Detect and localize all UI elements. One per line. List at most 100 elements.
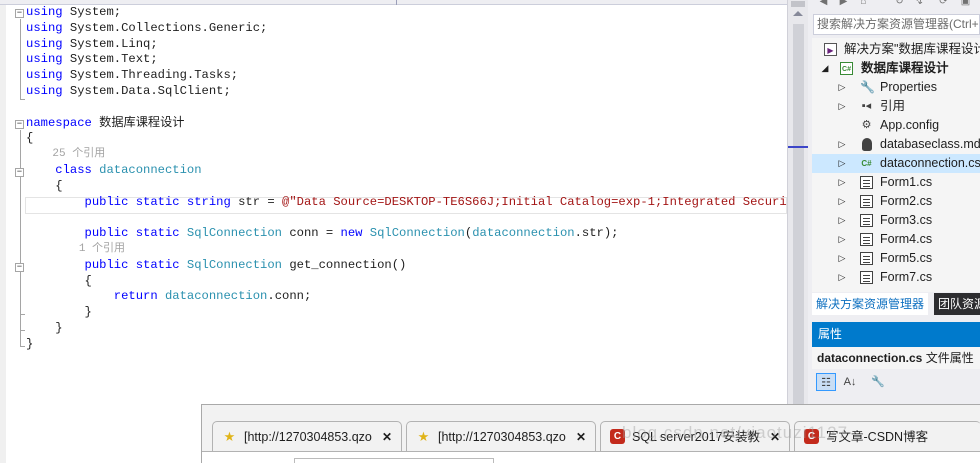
- tree-item-dataconnection[interactable]: ▷ C# dataconnection.cs: [812, 154, 980, 173]
- expanded-arrow-icon[interactable]: ◢: [820, 59, 830, 78]
- scroll-up-arrow-icon[interactable]: [793, 11, 803, 16]
- address-bar[interactable]: [294, 458, 494, 463]
- form-icon: [860, 176, 873, 189]
- form-icon: [860, 271, 873, 284]
- collapse-all-icon[interactable]: ▣: [960, 0, 971, 7]
- browser-tab[interactable]: ★ [http://1270304853.qzone.qq.com] ✕: [212, 421, 402, 451]
- tree-item-form7[interactable]: ▷ Form7.cs: [812, 268, 980, 287]
- solution-icon: ▶: [824, 43, 837, 56]
- refresh-icon[interactable]: ⟳: [938, 0, 949, 7]
- collapsed-arrow-icon[interactable]: ▷: [837, 230, 847, 249]
- split-window-handle[interactable]: [791, 1, 805, 7]
- caret-position-marker: [788, 146, 809, 148]
- panel-tab-strip: 解决方案资源管理器 团队资源管理器: [812, 293, 980, 315]
- sync-icon[interactable]: ↻: [894, 0, 905, 7]
- references-icon: ▪◂: [861, 100, 872, 112]
- tab-solution-explorer[interactable]: 解决方案资源管理器: [812, 293, 929, 315]
- collapsed-arrow-icon[interactable]: ▷: [837, 173, 847, 192]
- form-icon: [860, 252, 873, 265]
- form-icon: [860, 233, 873, 246]
- code-editor[interactable]: − − − − using System; using System.Colle…: [0, 0, 787, 463]
- collapsed-arrow-icon[interactable]: ▷: [837, 97, 847, 116]
- code-line: using System;: [26, 5, 122, 19]
- properties-header: 属性: [812, 322, 980, 347]
- code-line: {: [26, 131, 34, 146]
- form-icon: [860, 195, 873, 208]
- collapsed-arrow-icon[interactable]: ▷: [837, 135, 847, 154]
- tree-item-appconfig[interactable]: ⚙ App.config: [812, 116, 980, 135]
- tree-item-form5[interactable]: ▷ Form5.cs: [812, 249, 980, 268]
- outline-end: [20, 330, 25, 331]
- code-line: class dataconnection: [55, 162, 202, 177]
- property-pages-icon[interactable]: 🔧: [868, 373, 888, 391]
- collapsed-arrow-icon[interactable]: ▷: [837, 268, 847, 287]
- collapse-namespace-icon[interactable]: −: [15, 120, 24, 129]
- categorized-icon[interactable]: ☷: [816, 373, 836, 391]
- properties-toolbar: ☷ A↓ 🔧: [812, 369, 980, 396]
- collapsed-arrow-icon[interactable]: ▷: [837, 154, 847, 173]
- code-line: using System.Linq;: [26, 36, 158, 51]
- solution-tree[interactable]: ▶ 解决方案"数据库课程设计"(1 个项目) ◢ C# 数据库课程设计 ▷ 🔧 …: [812, 38, 980, 292]
- code-line: {: [55, 178, 63, 193]
- close-tab-icon[interactable]: ✕: [575, 429, 587, 445]
- outline-end: [20, 99, 25, 100]
- tree-item-form3[interactable]: ▷ Form3.cs: [812, 211, 980, 230]
- browser-window: ★ [http://1270304853.qzone.qq.com] ✕ ★ […: [201, 404, 980, 463]
- class-reference-count[interactable]: 25 个引用: [26, 147, 787, 163]
- tab-team-explorer[interactable]: 团队资源管理器: [934, 293, 980, 315]
- code-line-current: public static string str = @"Data Source…: [84, 194, 787, 209]
- watermark: blog.csdn.net/xiaotuzi1127: [622, 423, 849, 442]
- code-line: namespace 数据库课程设计: [26, 115, 185, 130]
- collapse-method-icon[interactable]: −: [15, 263, 24, 272]
- outline-end: [20, 346, 25, 347]
- outline-line: [20, 273, 21, 314]
- collapsed-arrow-icon[interactable]: ▷: [837, 78, 847, 97]
- tree-item-solution[interactable]: ▶ 解决方案"数据库课程设计"(1 个项目): [812, 40, 980, 59]
- editor-vertical-scrollbar[interactable]: [787, 0, 809, 463]
- code-line: }: [26, 336, 34, 351]
- forward-icon[interactable]: ▶: [838, 0, 849, 7]
- collapsed-arrow-icon[interactable]: ▷: [837, 249, 847, 268]
- outline-end: [20, 314, 25, 315]
- solution-search-input[interactable]: 搜索解决方案资源管理器(Ctrl+;): [813, 14, 980, 35]
- alphabetical-icon[interactable]: A↓: [840, 373, 860, 391]
- code-line: using System.Threading.Tasks;: [26, 68, 239, 83]
- back-icon[interactable]: ◀: [818, 0, 829, 7]
- collapse-class-icon[interactable]: −: [15, 168, 24, 177]
- form-icon: [860, 214, 873, 227]
- config-icon: ⚙: [861, 119, 872, 131]
- properties-object-selector[interactable]: dataconnection.cs 文件属性: [812, 347, 980, 369]
- solution-explorer-panel: ◀ ▶ ⌂ ↻ ↯ ⟳ ▣ 搜索解决方案资源管理器(Ctrl+;) ▶ 解决方案…: [808, 0, 980, 463]
- tree-item-references[interactable]: ▷ ▪◂ 引用: [812, 97, 980, 116]
- code-text[interactable]: using System; using System.Collections.G…: [26, 5, 787, 353]
- pending-changes-icon[interactable]: ↯: [914, 0, 925, 7]
- wrench-icon: 🔧: [860, 80, 875, 94]
- code-line: {: [84, 273, 92, 288]
- method-reference-count[interactable]: 1 个引用: [26, 242, 787, 258]
- code-line: }: [55, 320, 63, 335]
- close-tab-icon[interactable]: ✕: [381, 429, 393, 445]
- database-icon: [862, 138, 872, 151]
- collapse-usings-icon[interactable]: −: [15, 9, 24, 18]
- tree-item-form4[interactable]: ▷ Form4.cs: [812, 230, 980, 249]
- code-line: using System.Text;: [26, 52, 158, 67]
- csharp-project-icon: C#: [840, 62, 853, 75]
- tree-item-database[interactable]: ▷ databaseclass.mdf: [812, 135, 980, 154]
- browser-tab[interactable]: ★ [http://1270304853.qzone.qq.com] ✕: [406, 421, 596, 451]
- code-line: public static SqlConnection get_connecti…: [84, 257, 407, 272]
- code-line: return dataconnection.conn;: [113, 289, 312, 304]
- collapsed-arrow-icon[interactable]: ▷: [837, 211, 847, 230]
- outline-line: [20, 19, 21, 99]
- tree-item-form1[interactable]: ▷ Form1.cs: [812, 173, 980, 192]
- tree-item-properties[interactable]: ▷ 🔧 Properties: [812, 78, 980, 97]
- star-icon: ★: [417, 429, 430, 444]
- home-icon[interactable]: ⌂: [858, 0, 869, 7]
- csharp-file-icon: C#: [861, 159, 872, 168]
- star-icon: ★: [223, 429, 236, 444]
- tree-item-form2[interactable]: ▷ Form2.cs: [812, 192, 980, 211]
- tree-item-project[interactable]: ◢ C# 数据库课程设计: [812, 59, 980, 78]
- code-line: using System.Data.SqlClient;: [26, 83, 231, 98]
- collapsed-arrow-icon[interactable]: ▷: [837, 192, 847, 211]
- scrollbar-thumb[interactable]: [793, 24, 804, 440]
